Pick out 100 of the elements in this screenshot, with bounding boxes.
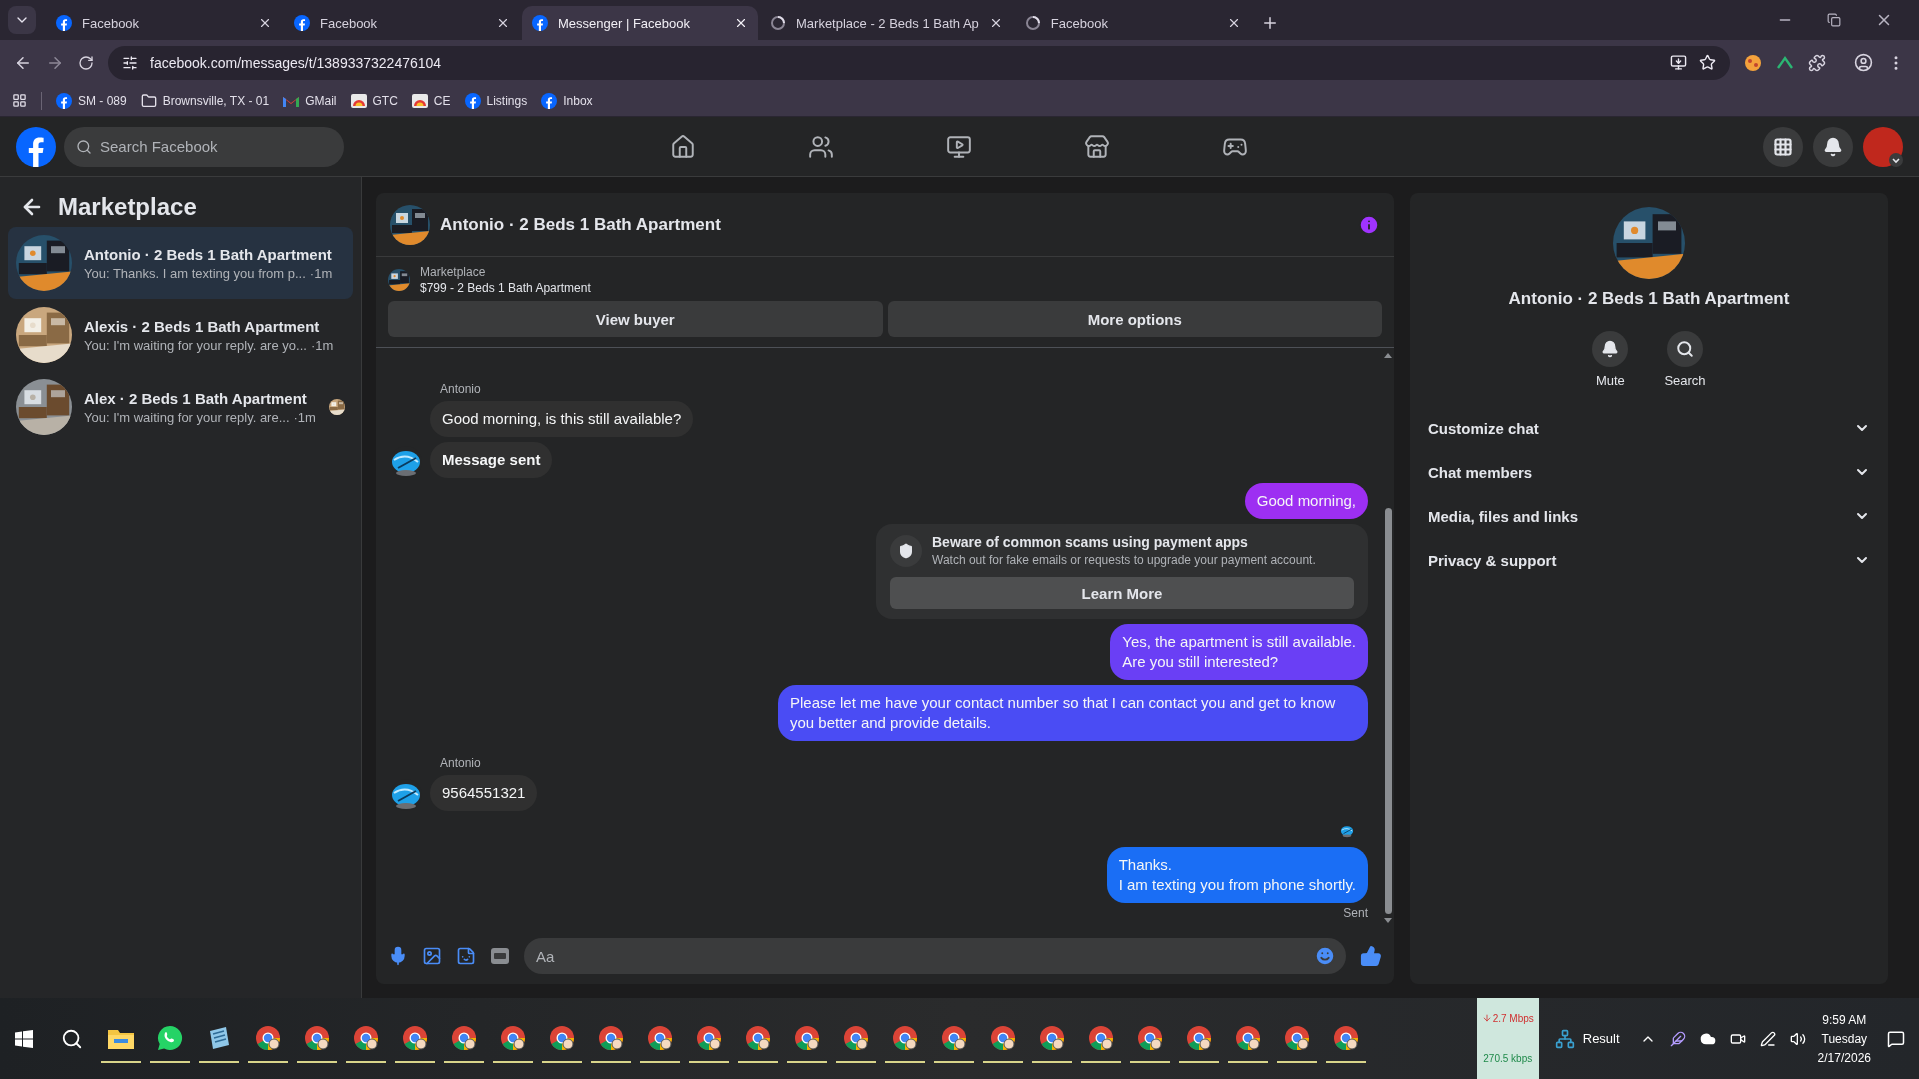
notifications-button[interactable]: [1813, 126, 1853, 167]
search-icon[interactable]: [61, 1027, 83, 1050]
section-header[interactable]: Chat members: [1426, 450, 1872, 494]
browser-icon[interactable]: [647, 1024, 673, 1051]
reload-icon[interactable]: [78, 54, 94, 71]
browser-icon[interactable]: [304, 1024, 330, 1051]
browser-icon[interactable]: [255, 1024, 281, 1051]
browser-icon[interactable]: [1235, 1024, 1261, 1051]
browser-icon[interactable]: [402, 1024, 428, 1051]
install-icon[interactable]: [1670, 54, 1687, 71]
windows-icon[interactable]: [15, 1029, 33, 1048]
bookmark[interactable]: Listings: [464, 92, 528, 109]
listing-button[interactable]: View buyer: [388, 301, 883, 337]
address-bar[interactable]: facebook.com/messages/t/1389337322476104: [108, 45, 1730, 80]
browser-icon[interactable]: [794, 1024, 820, 1051]
scroll-down-icon[interactable]: [1384, 918, 1392, 924]
browser-icon[interactable]: [1284, 1024, 1310, 1051]
conversation-item[interactable]: Alex · 2 Beds 1 Bath Apartment You: I'm waiting for your reply. are... ·1m: [8, 371, 353, 443]
bookmark[interactable]: GMail: [283, 93, 337, 108]
bookmark[interactable]: Brownsville, TX - 01: [140, 92, 270, 109]
browser-icon[interactable]: [1333, 1024, 1359, 1051]
network-speed-widget: 2.7 Mbps 270.5 kbps: [1476, 998, 1539, 1079]
site-info-icon[interactable]: [122, 54, 138, 71]
home-icon[interactable]: [669, 133, 696, 160]
bookmark[interactable]: CE: [411, 93, 451, 108]
video-icon[interactable]: [945, 133, 972, 160]
sticker-icon[interactable]: [456, 946, 476, 966]
browser-icon[interactable]: [745, 1024, 771, 1051]
search-field[interactable]: Search Facebook: [64, 126, 344, 167]
star-icon[interactable]: [1699, 54, 1716, 71]
browser-icon[interactable]: [353, 1024, 379, 1051]
warning-text: Watch out for fake emails or requests to upgrade your payment account.: [932, 553, 1316, 567]
volume-icon[interactable]: [1789, 1030, 1806, 1047]
browser-icon[interactable]: [843, 1024, 869, 1051]
browser-tab[interactable]: Messenger | Facebook: [522, 6, 758, 40]
extension-icon[interactable]: [1744, 53, 1762, 72]
ink-icon[interactable]: [1759, 1030, 1776, 1047]
browser-icon[interactable]: [1039, 1024, 1065, 1051]
close-icon[interactable]: [258, 16, 272, 30]
browser-icon[interactable]: [696, 1024, 722, 1051]
extensions-icon[interactable]: [1808, 53, 1826, 72]
browser-icon[interactable]: [941, 1024, 967, 1051]
bookmark[interactable]: GTC: [350, 93, 398, 108]
browser-icon[interactable]: [1137, 1024, 1163, 1051]
emoji-icon[interactable]: [1314, 945, 1336, 967]
tab-list-button[interactable]: [8, 6, 36, 34]
browser-icon[interactable]: [1186, 1024, 1212, 1051]
notifications-icon[interactable]: [1887, 1029, 1905, 1048]
message-time: ·1m: [293, 409, 316, 425]
close-icon[interactable]: [734, 16, 748, 30]
section-header[interactable]: Media, files and links: [1426, 494, 1872, 538]
conversation-name: Alex · 2 Beds 1 Bath Apartment: [84, 389, 308, 407]
browser-icon[interactable]: [549, 1024, 575, 1051]
browser-tab[interactable]: Marketplace - 2 Beds 1 Bath Ap: [760, 6, 1013, 40]
learn-more-button[interactable]: Learn More: [890, 577, 1354, 609]
facebook-logo-icon: [56, 15, 72, 31]
conversation-name: Alexis · 2 Beds 1 Bath Apartment: [84, 317, 321, 335]
close-icon[interactable]: [496, 16, 510, 30]
mail-icon: [283, 94, 300, 107]
listing-button[interactable]: More options: [887, 301, 1382, 337]
clock[interactable]: 9:59 AM Tuesday 2/17/2026: [1817, 1012, 1871, 1065]
info-icon[interactable]: [1358, 213, 1380, 236]
account-avatar[interactable]: [1863, 126, 1903, 167]
menu-button[interactable]: [1763, 126, 1803, 167]
conversation-item[interactable]: Alexis · 2 Beds 1 Bath Apartment You: I'm waiting for your reply. are yo... ·1m: [8, 299, 353, 371]
chat-icon[interactable]: [157, 1024, 183, 1051]
section-header[interactable]: Privacy & support: [1426, 538, 1872, 582]
browser-icon[interactable]: [598, 1024, 624, 1051]
facebook-logo-icon: [532, 15, 548, 31]
folder-icon: [140, 92, 157, 109]
restore-icon[interactable]: [1827, 13, 1841, 27]
news-widget[interactable]: Result: [1554, 1028, 1620, 1049]
browser-icon[interactable]: [892, 1024, 918, 1051]
chat-title: Antonio · 2 Beds 1 Bath Apartment: [440, 214, 721, 235]
browser-tab[interactable]: Facebook: [46, 6, 282, 40]
gif-icon[interactable]: [490, 947, 510, 965]
bookmark[interactable]: SM - 089: [56, 92, 127, 109]
browser-icon[interactable]: [500, 1024, 526, 1051]
image-icon[interactable]: [422, 946, 442, 966]
apps-icon[interactable]: [12, 93, 27, 108]
scroll-up-icon[interactable]: [1384, 352, 1392, 358]
pen-icon[interactable]: [1669, 1030, 1686, 1047]
profile-icon[interactable]: [1854, 53, 1873, 72]
conversation-item[interactable]: Antonio · 2 Beds 1 Bath Apartment You: Thanks. I am texting you from p... ·1m: [8, 227, 353, 299]
delivery-status: Sent: [1343, 906, 1368, 920]
bookmark[interactable]: Inbox: [541, 92, 593, 109]
browser-icon[interactable]: [451, 1024, 477, 1051]
widget-label: Result: [1582, 1031, 1620, 1046]
microphone-icon[interactable]: [388, 946, 408, 966]
scrollbar-thumb[interactable]: [1384, 508, 1392, 914]
people-icon[interactable]: [807, 133, 834, 160]
like-icon[interactable]: [1360, 945, 1382, 967]
browser-tab[interactable]: Facebook: [284, 6, 520, 40]
browser-icon[interactable]: [1088, 1024, 1114, 1051]
section-header[interactable]: Customize chat: [1426, 406, 1872, 450]
browser-icon[interactable]: [990, 1024, 1016, 1051]
store-icon[interactable]: [1083, 133, 1110, 160]
message-field[interactable]: Aa: [524, 938, 1346, 974]
browser-tab[interactable]: Facebook: [1014, 6, 1251, 40]
listing-title: $799 - 2 Beds 1 Bath Apartment: [420, 281, 591, 295]
